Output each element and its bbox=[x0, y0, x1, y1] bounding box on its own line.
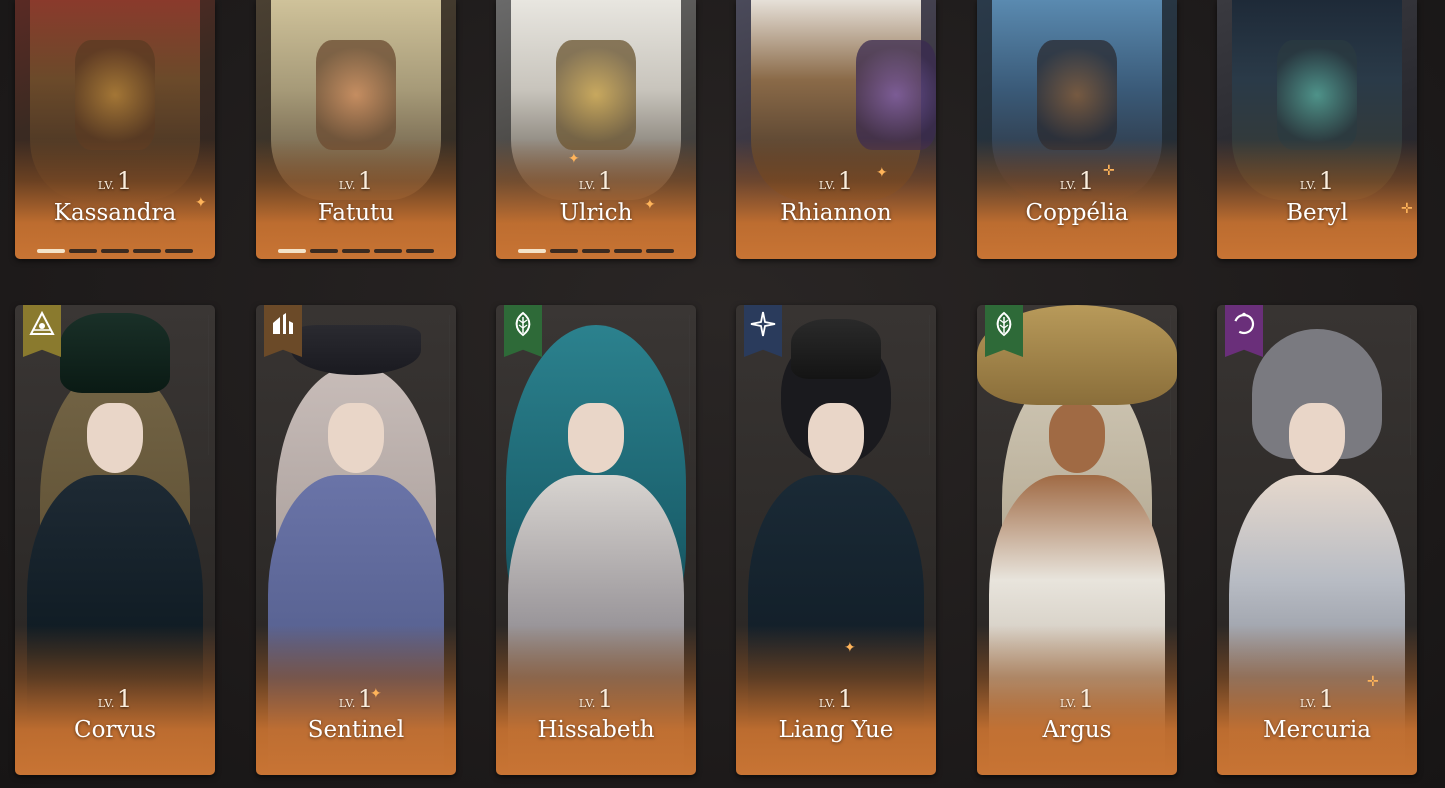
affinity-badge bbox=[1225, 305, 1263, 357]
level-display: LV.1 bbox=[1299, 167, 1335, 195]
character-card-sentinel[interactable]: ✦ LV.1 Sentinel bbox=[256, 305, 456, 775]
character-name: Argus bbox=[1042, 717, 1112, 743]
character-name: Kassandra bbox=[53, 200, 177, 226]
character-card-ulrich[interactable]: ✦ ✦ LV.1 Ulrich bbox=[496, 0, 696, 259]
level-display: LV.1 bbox=[97, 167, 133, 195]
character-card-beryl[interactable]: ✛ LV.1 Beryl bbox=[1217, 0, 1417, 259]
sparkle-icon: ✦ bbox=[568, 151, 580, 167]
affinity-badge bbox=[23, 305, 61, 357]
level-display: LV.1 bbox=[338, 685, 374, 713]
progress-bar bbox=[37, 249, 193, 253]
level-display: LV.1 bbox=[1299, 685, 1335, 713]
eye-pyramid-icon bbox=[29, 311, 55, 335]
level-display: LV.1 bbox=[818, 685, 854, 713]
progress-bar bbox=[518, 249, 674, 253]
affinity-badge bbox=[504, 305, 542, 357]
level-display: LV.1 bbox=[578, 685, 614, 713]
character-roster: ✦ LV.1 Kassandra LV.1 Fatutu ✦ ✦ LV.1 Ul… bbox=[0, 0, 1445, 788]
leaf-icon bbox=[996, 311, 1012, 337]
character-card-kassandra[interactable]: ✦ LV.1 Kassandra bbox=[15, 0, 215, 259]
ruins-icon bbox=[273, 313, 293, 334]
affinity-badge bbox=[985, 305, 1023, 357]
character-name: Coppélia bbox=[1025, 200, 1129, 226]
character-name: Beryl bbox=[1286, 200, 1348, 226]
level-display: LV.1 bbox=[97, 685, 133, 713]
character-name: Ulrich bbox=[559, 200, 633, 226]
character-card-mercuria[interactable]: ✛ LV.1 Mercuria bbox=[1217, 305, 1417, 775]
character-name: Fatutu bbox=[317, 200, 395, 226]
affinity-badge bbox=[744, 305, 782, 357]
affinity-badge bbox=[264, 305, 302, 357]
level-display: LV.1 bbox=[818, 167, 854, 195]
character-name: Hissabeth bbox=[537, 717, 655, 743]
character-name: Rhiannon bbox=[780, 200, 892, 226]
leaf-icon bbox=[515, 311, 531, 337]
character-name: Corvus bbox=[73, 717, 157, 743]
character-card-liang-yue[interactable]: ✦ LV.1 Liang Yue bbox=[736, 305, 936, 775]
level-display: LV.1 bbox=[578, 167, 614, 195]
star-icon bbox=[750, 311, 776, 337]
character-card-coppelia[interactable]: ✛ LV.1 Coppélia bbox=[977, 0, 1177, 259]
moon-ring-icon bbox=[1233, 312, 1255, 335]
sparkle-icon: ✦ bbox=[844, 640, 856, 656]
character-card-rhiannon[interactable]: ✦ LV.1 Rhiannon bbox=[736, 0, 936, 259]
level-display: LV.1 bbox=[338, 167, 374, 195]
progress-bar bbox=[278, 249, 434, 253]
character-name: Liang Yue bbox=[778, 717, 894, 743]
character-name: Sentinel bbox=[307, 717, 405, 743]
character-card-corvus[interactable]: LV.1 Corvus bbox=[15, 305, 215, 775]
character-card-argus[interactable]: LV.1 Argus bbox=[977, 305, 1177, 775]
level-display: LV.1 bbox=[1059, 167, 1095, 195]
character-name: Mercuria bbox=[1263, 717, 1371, 743]
character-card-hissabeth[interactable]: LV.1 Hissabeth bbox=[496, 305, 696, 775]
level-display: LV.1 bbox=[1059, 685, 1095, 713]
character-card-fatutu[interactable]: LV.1 Fatutu bbox=[256, 0, 456, 259]
